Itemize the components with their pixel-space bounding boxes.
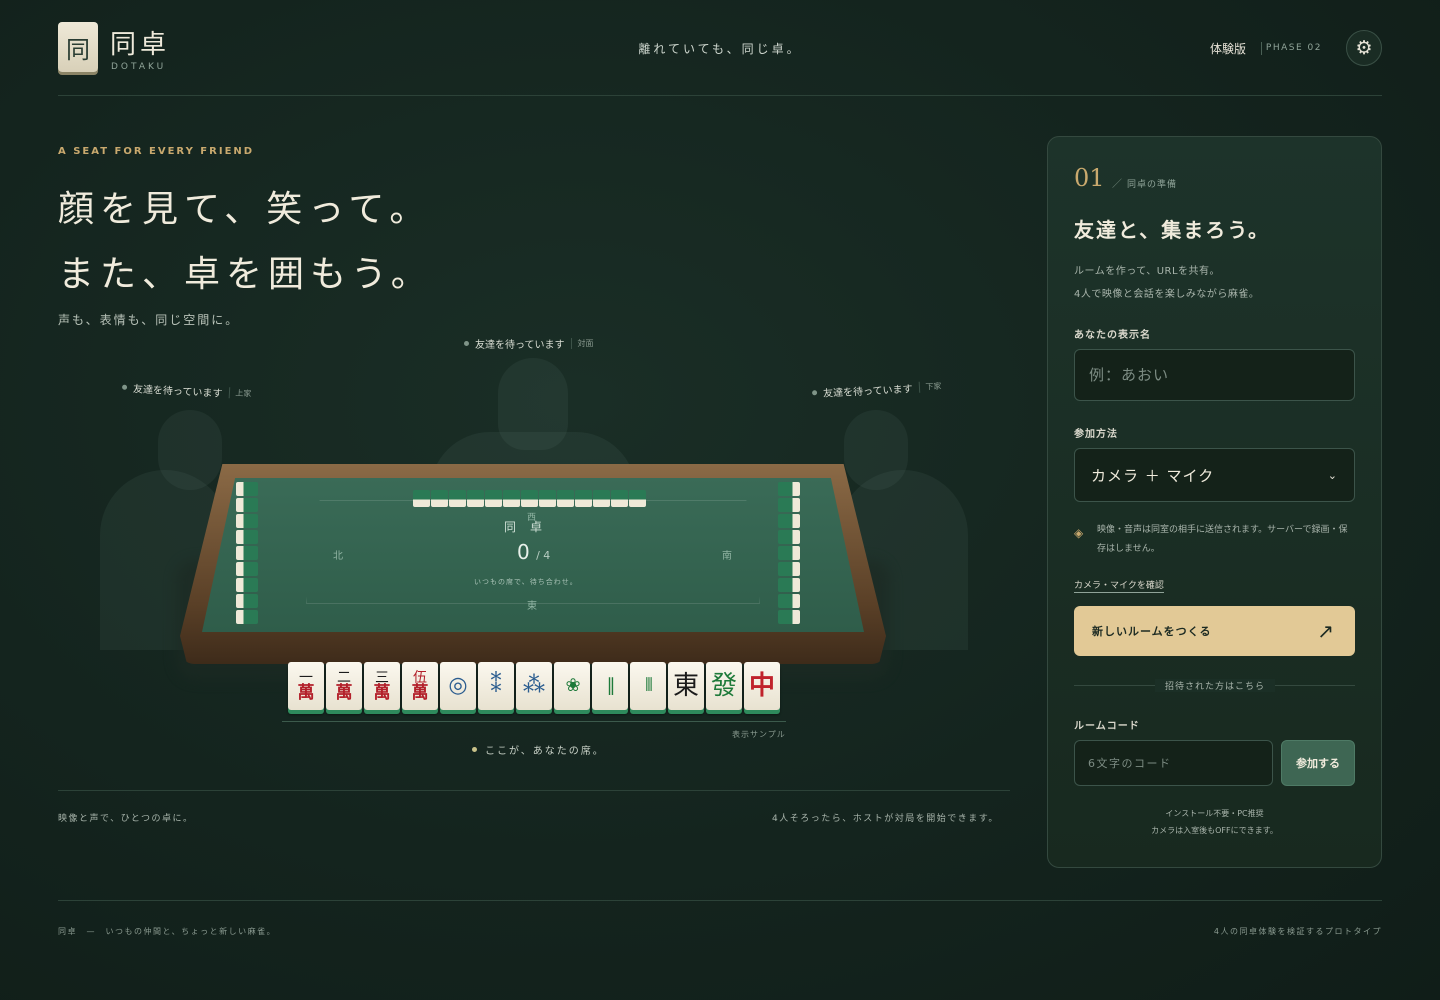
sample-label: 表示サンプル [732,730,786,739]
seat-left-status: 友達を待っています [132,384,223,400]
hand-tile[interactable]: 二萬 [326,662,362,710]
hero-heading-line1: 顔を見て、笑って。 [58,189,432,230]
hand-tile[interactable]: ◎ [440,662,476,710]
join-button[interactable]: 参加する [1281,740,1355,786]
hero-subtitle: 声も、表情も、同じ空間に。 [58,313,240,327]
tile-glyph: ❀ [565,675,580,696]
player-count-total: / 4 [536,549,551,562]
hand-tile[interactable]: 一萬 [288,662,324,710]
join-mode-value: カメラ ＋ マイク [1091,466,1215,485]
hand-tile[interactable]: ⁂ [516,662,552,710]
camera-check-link[interactable]: カメラ・マイクを確認 [1074,578,1164,593]
opponent-left-tiles [236,482,258,624]
logo-subtitle: DOTAKU [111,62,167,72]
seat-left-label: 友達を待っています 上家 [121,380,252,402]
header-tagline: 離れていても、同じ卓。 [638,42,802,56]
table-center-note: いつもの席で、待ち合わせ。 [474,578,578,586]
join-mode-select[interactable]: カメラ ＋ マイク ⌄ [1074,448,1355,502]
hand-tile[interactable]: ⁑ [478,662,514,710]
panel-note-line1: インストール不要・PC推奨 [1165,809,1264,818]
edition-label: 体験版 [1209,42,1246,56]
seat-top-status: 友達を待っています [475,340,565,351]
tile-glyph: 中 [748,671,775,701]
display-name-label: あなたの表示名 [1074,330,1151,341]
settings-button[interactable]: ⚙ [1346,30,1382,66]
tile-glyph: ⁑ [490,673,502,698]
footer-right-text: 4人の同卓体験を検証するプロトタイプ [1213,927,1382,936]
chevron-down-icon: ⌄ [1327,468,1338,482]
player-count-value: 0 [517,540,530,564]
tile-glyph: ⦀ [645,675,653,696]
arrow-up-right-icon: ↗ [1317,619,1335,643]
tile-suit: 萬 [411,682,429,703]
seat-dot-icon [472,747,477,752]
wind-south-label: 南 [722,551,732,562]
tile-suit: 萬 [297,682,315,703]
opponent-right-tiles [778,482,800,624]
seat-right-status: 友達を待っています [822,384,913,400]
tile-glyph: 發 [710,671,737,701]
room-code-label: ルームコード [1074,721,1140,732]
my-seat-label: ここが、あなたの席。 [472,742,605,757]
seat-top-label: 友達を待っています 対面 [464,336,594,351]
tile-glyph: ◎ [448,673,468,698]
invite-divider-text: 招待された方はこちら [1155,679,1276,692]
panel-title: 友達と、集まろう。 [1074,218,1270,242]
player-count: 0 / 4 [517,540,550,564]
step-label: 同卓の準備 [1127,180,1178,190]
site-header: 同 同卓 DOTAKU 離れていても、同じ卓。 体験版 PHASE 02 ⚙ [58,22,1382,96]
feature-divider [58,790,1010,791]
waiting-dot-icon [121,384,128,390]
panel-description-line1: ルームを作って、URLを共有。 [1074,266,1221,277]
room-code-input[interactable] [1074,740,1273,786]
wind-north-label: 北 [333,551,343,562]
phase-label: PHASE 02 [1265,43,1322,53]
waiting-dot-icon [811,390,818,396]
header-separator [1261,42,1262,55]
footer-left-text: 同卓 — いつもの仲間と、ちょっと新しい麻雀。 [58,927,277,936]
hand-tile[interactable]: 伍萬 [402,662,438,710]
seat-left-position: 上家 [228,387,252,400]
opponent-top-tiles [413,490,646,507]
gear-icon: ⚙ [1355,37,1373,59]
tile-suit: 萬 [373,682,391,703]
player-hand: 一萬二萬三萬伍萬 ◎ ⁑ ⁂ ❀ ‖ ⦀ 東發中 [288,662,780,710]
tile-suit: 萬 [335,682,353,703]
diamond-icon: ◈ [1074,526,1084,540]
panel-description-line2: 4人で映像と会話を楽しみながら麻雀。 [1074,289,1260,300]
seat-top-position: 対面 [570,338,594,349]
join-mode-label: 参加方法 [1074,429,1118,440]
hand-tile[interactable]: 三萬 [364,662,400,710]
create-room-label: 新しいルームをつくる [1092,625,1212,638]
seat-right-position: 下家 [918,380,942,393]
hand-tile[interactable]: 中 [744,662,780,710]
hand-tile[interactable]: 發 [706,662,742,710]
footer-divider [58,900,1382,901]
step-slash: ／ [1112,179,1122,190]
hand-tile[interactable]: 東 [668,662,704,710]
hand-shelf [282,714,786,722]
panel-note-line2: カメラは入室後もOFFにできます。 [1151,826,1278,835]
waiting-dot-icon [464,341,469,346]
hero-heading-line2: また、卓を囲もう。 [58,254,433,295]
hand-tile[interactable]: ⦀ [630,662,666,710]
hand-tile[interactable]: ‖ [592,662,628,710]
privacy-note: 映像・音声は同室の相手に送信されます。サーバーで録画・保存はしません。 [1097,525,1348,554]
display-name-input[interactable] [1074,349,1355,401]
tile-glyph: 東 [672,671,699,701]
table-center-title: 同卓 [504,520,557,534]
create-room-button[interactable]: 新しいルームをつくる ↗ [1074,606,1355,656]
tile-glyph: ⁂ [523,673,545,698]
hand-tile[interactable]: ❀ [554,662,590,710]
tile-glyph: ‖ [606,675,616,696]
hero-eyebrow: A SEAT FOR EVERY FRIEND [58,146,255,157]
wind-east-label: 東 [527,601,537,612]
seat-right-label: 友達を待っています 下家 [811,379,942,401]
feature-note-left: 映像と声で、ひとつの卓に。 [58,814,194,824]
my-seat-text: ここが、あなたの席。 [485,746,605,757]
step-number: 01 [1074,164,1105,192]
feature-note-right: 4人そろったら、ホストが対局を開始できます。 [772,814,999,824]
